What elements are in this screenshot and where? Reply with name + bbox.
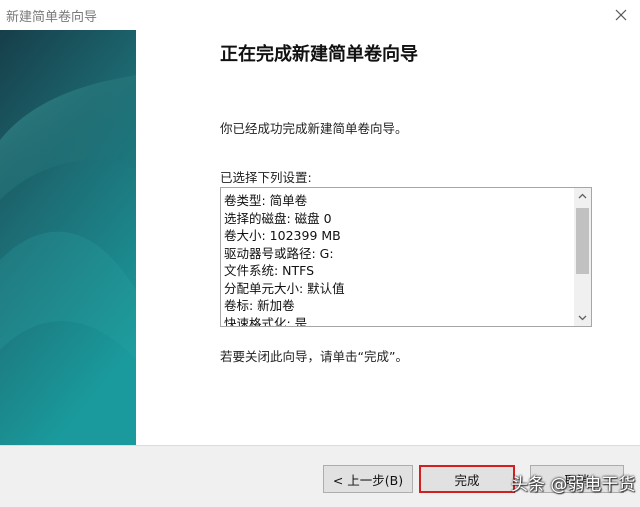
scroll-thumb[interactable] <box>576 208 589 274</box>
wizard-side-banner <box>0 30 136 445</box>
settings-list: 卷类型: 简单卷选择的磁盘: 磁盘 0 卷大小: 102399 MB 驱动器号或路径… <box>224 192 345 327</box>
finish-button[interactable]: 完成 <box>419 465 515 493</box>
vertical-scrollbar[interactable] <box>574 188 591 326</box>
close-hint: 若要关闭此向导，请单击“完成”。 <box>220 349 408 364</box>
settings-item: 文件系统: NTFS <box>224 263 315 278</box>
settings-item: 驱动器号或路径: G: <box>224 245 334 261</box>
window-title: 新建简单卷向导 <box>6 10 98 25</box>
settings-item: 卷类型: 简单卷 <box>224 193 308 208</box>
scroll-down-icon[interactable] <box>574 309 591 326</box>
page-title: 正在完成新建简单卷向导 <box>220 44 418 65</box>
settings-label: 已选择下列设置: <box>220 170 312 185</box>
close-icon[interactable] <box>610 4 632 26</box>
success-message: 你已经成功完成新建简单卷向导。 <box>220 121 408 136</box>
settings-summary-box[interactable]: 卷类型: 简单卷选择的磁盘: 磁盘 0 卷大小: 102399 MB 驱动器号或路径… <box>220 187 592 327</box>
settings-item: 卷标: 新加卷 <box>224 298 295 313</box>
back-button[interactable]: < 上一步(B) <box>323 465 413 493</box>
settings-item: 卷大小: 102399 MB <box>224 228 341 243</box>
button-bar: < 上一步(B) 完成 取消 头条 @弱电干货 <box>0 445 640 507</box>
title-bar: 新建简单卷向导 <box>0 0 640 30</box>
settings-item: 选择的磁盘: 磁盘 0 <box>224 210 332 226</box>
scroll-up-icon[interactable] <box>574 188 591 205</box>
settings-item: 分配单元大小: 默认值 <box>224 280 345 296</box>
settings-item: 快速格式化: 是 <box>224 315 308 327</box>
banner-graphic <box>0 30 136 445</box>
watermark: 头条 @弱电干货 <box>511 475 636 495</box>
